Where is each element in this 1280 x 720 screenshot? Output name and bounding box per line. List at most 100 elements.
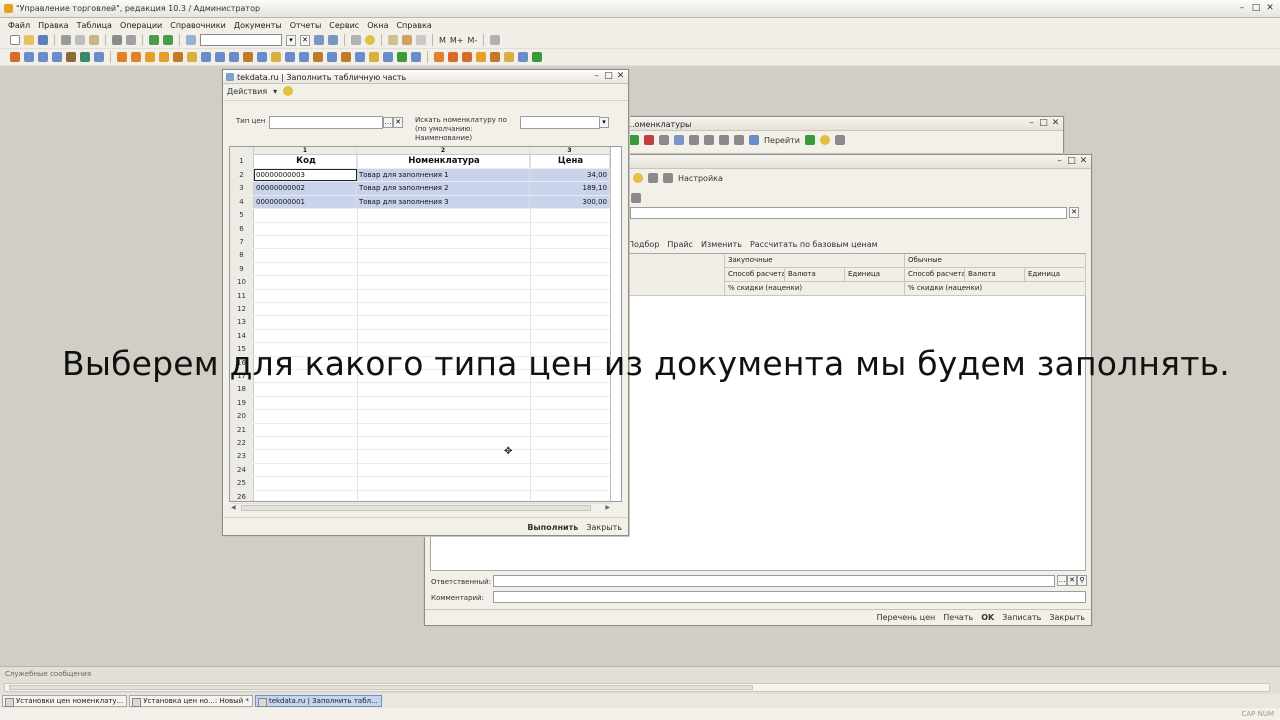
filter-off-icon[interactable] — [719, 135, 729, 145]
ok-button[interactable]: OK — [981, 613, 994, 622]
menu-help[interactable]: Справка — [396, 21, 431, 30]
maximize-icon[interactable]: □ — [1067, 156, 1076, 166]
func-icon[interactable] — [173, 52, 183, 62]
table-row[interactable]: 14 — [230, 329, 610, 344]
func-icon[interactable] — [411, 52, 421, 62]
memory-minus-button[interactable]: M- — [468, 36, 478, 45]
windows-icon[interactable] — [351, 35, 361, 45]
search-clear-icon[interactable]: ✕ — [300, 34, 310, 46]
cell-code[interactable]: 00000000002 — [254, 182, 357, 195]
scroll-right-icon[interactable]: ▶ — [605, 504, 610, 511]
horizontal-scrollbar[interactable]: ◀ ▶ — [231, 503, 612, 512]
menu-service[interactable]: Сервис — [329, 21, 359, 30]
maximize-icon[interactable]: □ — [1250, 3, 1262, 14]
table-row[interactable]: 5 — [230, 209, 610, 223]
table-row[interactable]: 6 — [230, 222, 610, 236]
field-clear-icon[interactable]: ✕ — [1069, 207, 1079, 218]
table-row[interactable]: 3 00000000002 Товар для заполнения 2 189… — [230, 182, 610, 196]
settings-icon[interactable] — [663, 173, 673, 183]
func-icon[interactable] — [117, 52, 127, 62]
table-row[interactable]: 11 — [230, 289, 610, 303]
close-icon[interactable]: ✕ — [616, 71, 625, 81]
table-row[interactable]: 21 — [230, 423, 610, 437]
minimize-icon[interactable]: – — [1055, 156, 1064, 166]
filter-icon[interactable] — [704, 135, 714, 145]
func-icon[interactable] — [504, 52, 514, 62]
info-icon[interactable] — [365, 35, 375, 45]
filter-icon[interactable] — [689, 135, 699, 145]
menu-edit[interactable]: Правка — [38, 21, 68, 30]
table-row[interactable]: 13 — [230, 316, 610, 330]
structure-icon[interactable] — [648, 173, 658, 183]
func-icon[interactable] — [355, 52, 365, 62]
table-row[interactable]: 19 — [230, 396, 610, 411]
save-icon[interactable] — [38, 35, 48, 45]
col-header-code[interactable]: Код — [254, 155, 357, 168]
open-icon[interactable] — [24, 35, 34, 45]
paste-icon[interactable] — [89, 35, 99, 45]
new-icon[interactable] — [10, 35, 20, 45]
price-type-select-icon[interactable]: … — [383, 117, 393, 128]
scroll-left-icon[interactable]: ◀ — [231, 504, 236, 511]
func-icon[interactable] — [52, 52, 62, 62]
change-button[interactable]: Изменить — [701, 240, 742, 249]
table-row[interactable]: 9 — [230, 262, 610, 277]
func-icon[interactable] — [462, 52, 472, 62]
memory-plus-button[interactable]: M+ — [450, 36, 464, 45]
search-dropdown-icon[interactable]: ▾ — [286, 34, 296, 46]
memory-button[interactable]: M — [439, 36, 446, 45]
func-icon[interactable] — [532, 52, 542, 62]
help-icon[interactable] — [283, 86, 294, 96]
copy-icon[interactable] — [75, 35, 85, 45]
field-clear-icon[interactable]: ✕ — [1067, 575, 1077, 586]
close-button[interactable]: Закрыть — [1049, 613, 1085, 622]
search-by-dropdown-icon[interactable]: ▾ — [599, 117, 609, 128]
func-icon[interactable] — [66, 52, 76, 62]
tool-icon[interactable] — [659, 135, 669, 145]
print-icon[interactable] — [112, 35, 122, 45]
comment-field[interactable] — [493, 591, 1086, 603]
find-icon[interactable] — [674, 135, 684, 145]
func-icon[interactable] — [397, 52, 407, 62]
table-row[interactable]: 8 — [230, 249, 610, 263]
find-prev-icon[interactable] — [328, 35, 338, 45]
search-by-field[interactable] — [520, 116, 600, 129]
help-icon[interactable] — [820, 135, 830, 145]
cut-icon[interactable] — [61, 35, 71, 45]
cell-price[interactable]: 300,00 — [530, 195, 610, 209]
maximize-icon[interactable]: □ — [604, 71, 613, 81]
table-row[interactable]: 2 00000000003 Товар для заполнения 1 34,… — [230, 169, 610, 183]
table-row[interactable]: 12 — [230, 303, 610, 317]
minimize-icon[interactable]: – — [1027, 118, 1036, 128]
menu-windows[interactable]: Окна — [367, 21, 388, 30]
table-row[interactable]: 18 — [230, 383, 610, 397]
menu-documents[interactable]: Документы — [234, 21, 282, 30]
find-next-icon[interactable] — [314, 35, 324, 45]
cell-nomenclature[interactable]: Товар для заполнения 3 — [357, 195, 530, 209]
func-icon[interactable] — [145, 52, 155, 62]
minimize-icon[interactable]: – — [1236, 3, 1248, 14]
func-icon[interactable] — [490, 52, 500, 62]
func-icon[interactable] — [434, 52, 444, 62]
cell-nomenclature[interactable]: Товар для заполнения 1 — [357, 169, 530, 182]
table-row[interactable]: 10 — [230, 276, 610, 290]
calculator-icon[interactable] — [402, 35, 412, 45]
responsible-field[interactable] — [493, 575, 1055, 587]
func-icon[interactable] — [38, 52, 48, 62]
forward-icon[interactable] — [163, 35, 173, 45]
fill-grid[interactable]: 1 2 3 1 Код Номенклатура Цена 2 00000000… — [229, 146, 622, 502]
func-icon[interactable] — [257, 52, 267, 62]
table-row[interactable]: 25 — [230, 477, 610, 491]
func-icon[interactable] — [94, 52, 104, 62]
menu-file[interactable]: Файл — [8, 21, 30, 30]
func-icon[interactable] — [383, 52, 393, 62]
func-icon[interactable] — [476, 52, 486, 62]
calendar-icon[interactable] — [388, 35, 398, 45]
cell-code[interactable]: 00000000001 — [254, 195, 357, 209]
func-icon[interactable] — [201, 52, 211, 62]
table-row[interactable]: 23 — [230, 450, 610, 464]
quick-search-input[interactable] — [200, 34, 282, 46]
table-row[interactable]: 4 00000000001 Товар для заполнения 3 300… — [230, 195, 610, 210]
table-row[interactable]: 24 — [230, 463, 610, 478]
table-row[interactable]: 7 — [230, 236, 610, 250]
